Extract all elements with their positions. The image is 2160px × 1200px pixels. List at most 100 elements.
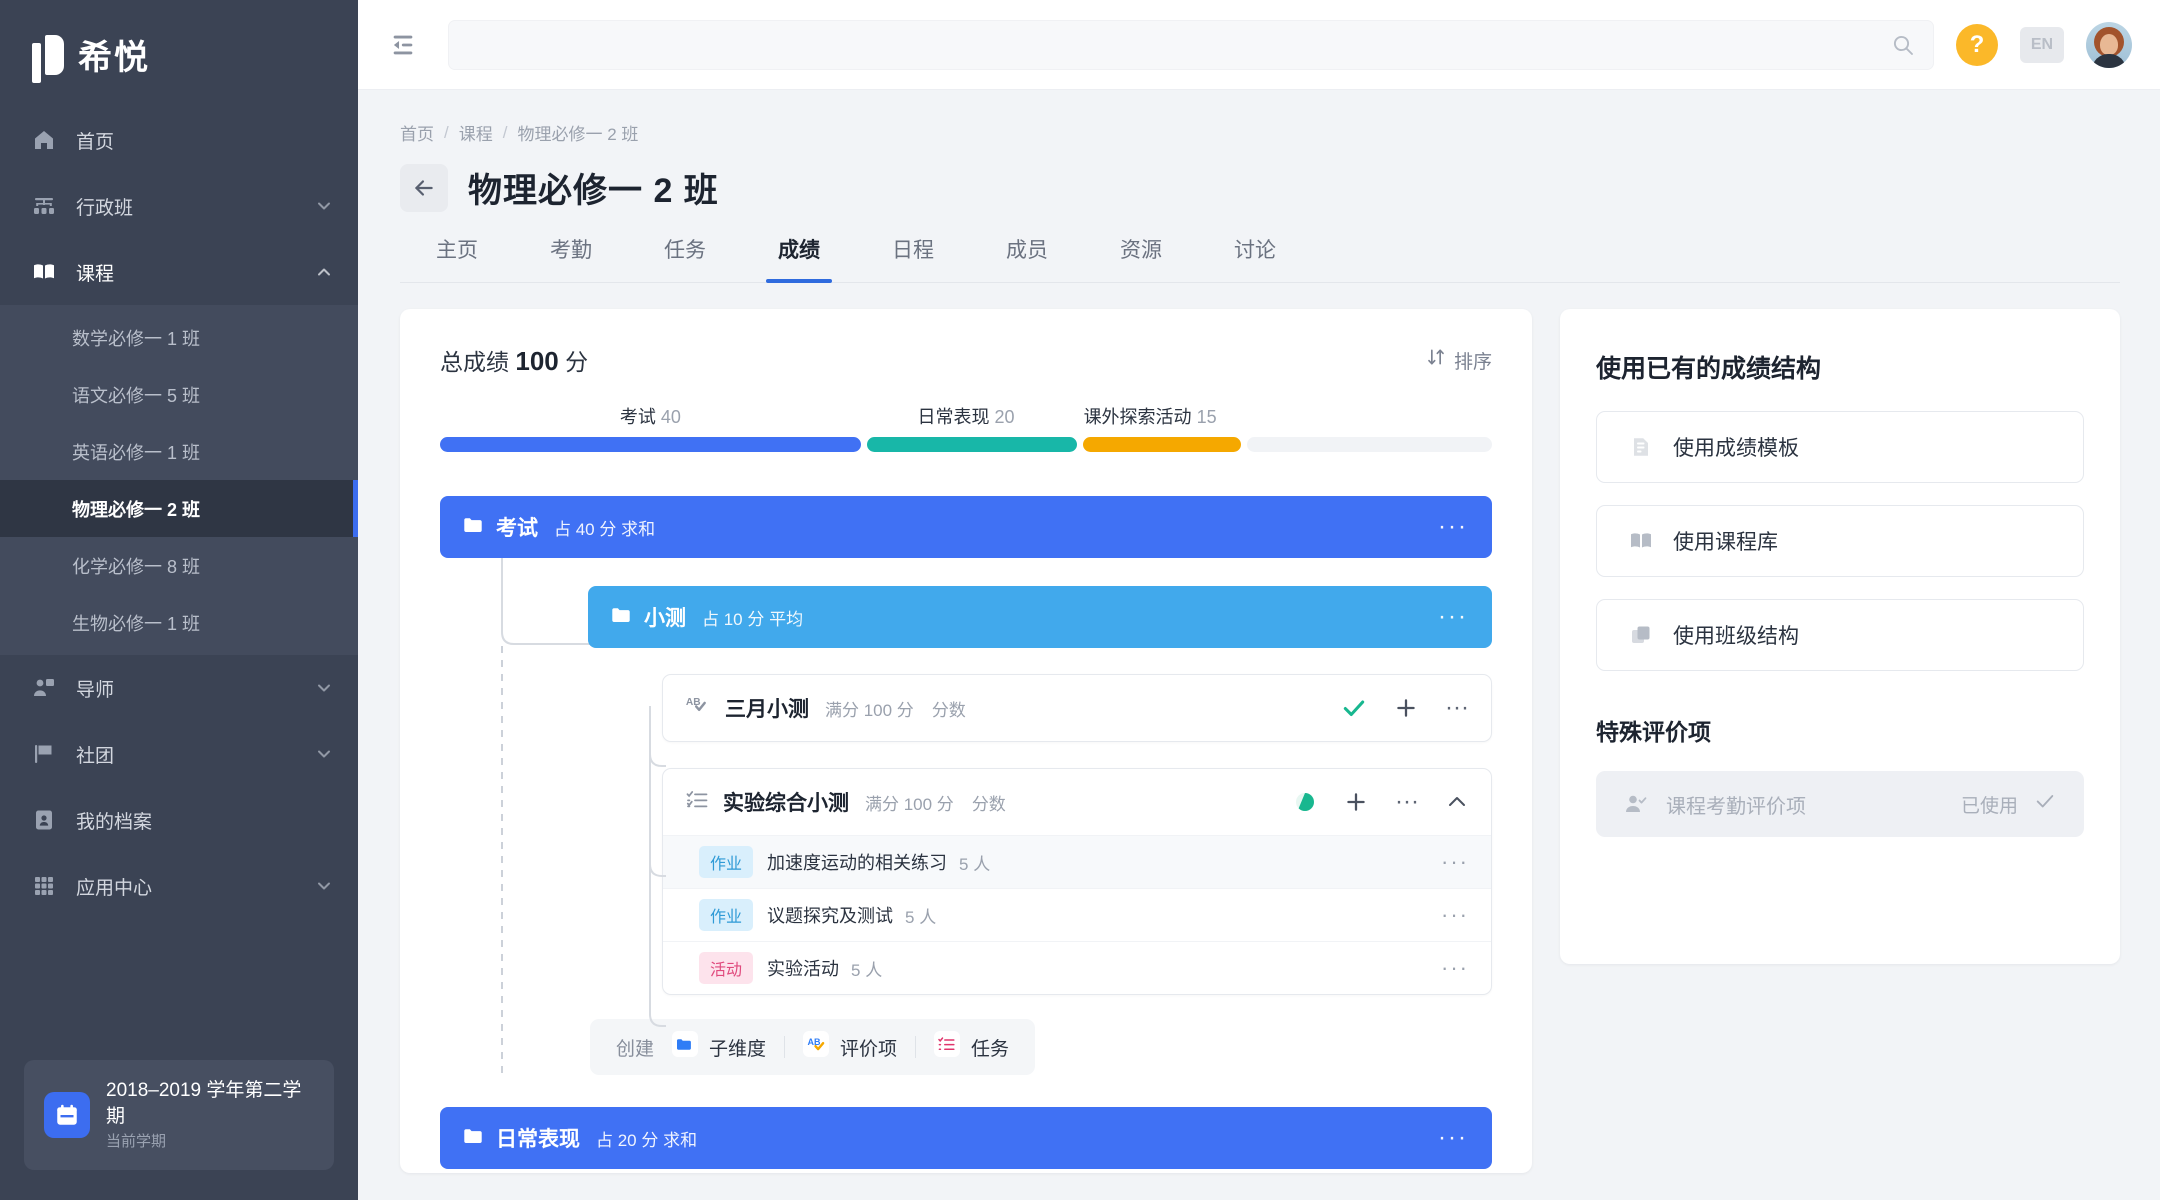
create-bar: 创建 子维度 AB [590,1019,1035,1075]
breadcrumb-item-1[interactable]: 课程 [459,120,493,145]
chevron-up-icon[interactable] [1445,790,1469,814]
sort-button[interactable]: 排序 [1426,347,1492,374]
flag-icon [32,742,66,766]
breadcrumb-item-0[interactable]: 首页 [400,120,434,145]
back-button[interactable] [400,164,448,212]
bar-segment-unassigned [1247,437,1492,452]
sidebar-item-admin-class[interactable]: 行政班 [0,173,358,239]
collapse-sidebar-icon[interactable] [380,22,426,68]
pie-progress-icon[interactable] [1293,790,1317,814]
sidebar-item-my-archive[interactable]: 我的档案 [0,787,358,853]
grade-distribution-bar [440,437,1492,452]
tab-attendance[interactable]: 考勤 [514,234,628,282]
assessment-item-card: 实验综合小测 满分 100 分 分数 [662,768,1492,995]
chart-legend: 考试40 日常表现20 课外探索活动15 [440,403,1492,429]
avatar[interactable] [2086,22,2132,68]
sidebar-item-course-3[interactable]: 物理必修一 2 班 [0,480,358,537]
language-toggle[interactable]: EN [2020,27,2064,63]
help-button[interactable]: ? [1956,24,1998,66]
assessment-item-meta: 满分 100 分 [865,790,954,815]
brand-logo[interactable]: 希悦 [0,0,358,107]
task-row[interactable]: 作业 加速度运动的相关练习 5 人 ··· [663,835,1491,888]
search-input[interactable] [467,35,1891,55]
tab-schedule[interactable]: 日程 [856,234,970,282]
sidebar-item-label: 行政班 [76,193,314,220]
create-option-label: 子维度 [709,1034,766,1061]
task-badge: 作业 [699,899,753,931]
legend-label: 考试 [620,407,656,427]
create-evaluation-button[interactable]: AB 评价项 [803,1031,897,1063]
create-subdimension-button[interactable]: 子维度 [672,1031,766,1063]
task-count: 5 人 [851,956,882,981]
more-icon[interactable]: ··· [1441,851,1469,873]
assessment-item-header[interactable]: AB 三月小测 满分 100 分 分数 [663,675,1491,741]
topbar: ? EN [358,0,2160,90]
divider [915,1036,916,1058]
plus-icon[interactable] [1393,695,1419,721]
use-class-structure-button[interactable]: 使用班级结构 [1596,599,2084,671]
assessment-item-header[interactable]: 实验综合小测 满分 100 分 分数 [663,769,1491,835]
dimension-row-quiz[interactable]: 小测 占 10 分 平均 ··· [588,586,1492,648]
more-icon[interactable]: ··· [1438,515,1468,539]
sidebar-item-course-1[interactable]: 语文必修一 5 班 [0,366,358,423]
tab-home[interactable]: 主页 [400,234,514,282]
legend-daily: 日常表现20 [861,403,1071,429]
tab-resources[interactable]: 资源 [1084,234,1198,282]
sidebar-item-label: 社团 [76,741,314,768]
dimension-row-daily[interactable]: 日常表现 占 20 分 求和 ··· [440,1107,1492,1169]
check-icon[interactable] [1341,695,1367,721]
sidebar-item-app-center[interactable]: 应用中心 [0,853,358,919]
tab-grades[interactable]: 成绩 [742,234,856,282]
chevron-down-icon [314,196,334,216]
grid-icon [32,874,66,898]
sidebar-item-course-4[interactable]: 化学必修一 8 班 [0,537,358,594]
create-task-button[interactable]: 任务 [934,1031,1009,1063]
task-row[interactable]: 作业 议题探究及测试 5 人 ··· [663,888,1491,941]
use-course-library-button[interactable]: 使用课程库 [1596,505,2084,577]
dimension-row-exam[interactable]: 考试 占 40 分 求和 ··· [440,496,1492,558]
assessment-item-name: 实验综合小测 [723,787,849,817]
more-icon[interactable]: ··· [1441,957,1469,979]
breadcrumb-item-2[interactable]: 物理必修一 2 班 [517,120,638,145]
sidebar-item-course-2[interactable]: 英语必修一 1 班 [0,423,358,480]
sidebar-item-course-0[interactable]: 数学必修一 1 班 [0,309,358,366]
sidebar-item-label: 应用中心 [76,873,314,900]
task-count: 5 人 [959,850,990,875]
tab-bar: 主页 考勤 任务 成绩 日程 成员 资源 讨论 [400,234,2120,283]
svg-text:AB: AB [808,1037,821,1047]
search-box[interactable] [448,20,1934,70]
total-score: 总成绩 100 分 [440,343,588,377]
use-grade-template-button[interactable]: 使用成绩模板 [1596,411,2084,483]
assessment-item-name: 三月小测 [725,693,809,723]
plus-icon[interactable] [1343,789,1369,815]
svg-text:AB: AB [686,697,701,708]
tab-tasks[interactable]: 任务 [628,234,742,282]
task-row[interactable]: 活动 实验活动 5 人 ··· [663,941,1491,994]
create-option-label: 任务 [971,1034,1009,1061]
tab-discussion[interactable]: 讨论 [1198,234,1312,282]
more-icon[interactable]: ··· [1395,788,1419,816]
legend-value: 20 [994,407,1014,427]
sidebar-item-label: 导师 [76,675,314,702]
sidebar-item-mentor[interactable]: 导师 [0,655,358,721]
more-icon[interactable]: ··· [1438,605,1468,629]
status-label: 已使用 [1961,791,2018,818]
dimension-name: 考试 [496,512,538,542]
sidebar-item-course-5[interactable]: 生物必修一 1 班 [0,594,358,651]
more-icon[interactable]: ··· [1438,1126,1468,1150]
dimension-name: 日常表现 [496,1123,580,1153]
sidebar-item-club[interactable]: 社团 [0,721,358,787]
tab-members[interactable]: 成员 [970,234,1084,282]
assessment-item-meta: 满分 100 分 [825,696,914,721]
page-content: 首页 / 课程 / 物理必修一 2 班 物理必修一 2 班 主页 考勤 任务 成… [358,90,2160,1200]
sidebar-item-home[interactable]: 首页 [0,107,358,173]
search-icon[interactable] [1891,33,1915,57]
folder-icon [610,604,632,631]
create-option-label: 评价项 [840,1034,897,1061]
special-evaluation-title: 特殊评价项 [1596,713,2084,747]
more-icon[interactable]: ··· [1445,694,1469,722]
app-root: 希悦 首页 行政班 课 [0,0,2160,1200]
more-icon[interactable]: ··· [1441,904,1469,926]
sidebar-item-courses[interactable]: 课程 [0,239,358,305]
term-selector[interactable]: 2018–2019 学年第二学期 当前学期 [24,1060,334,1170]
